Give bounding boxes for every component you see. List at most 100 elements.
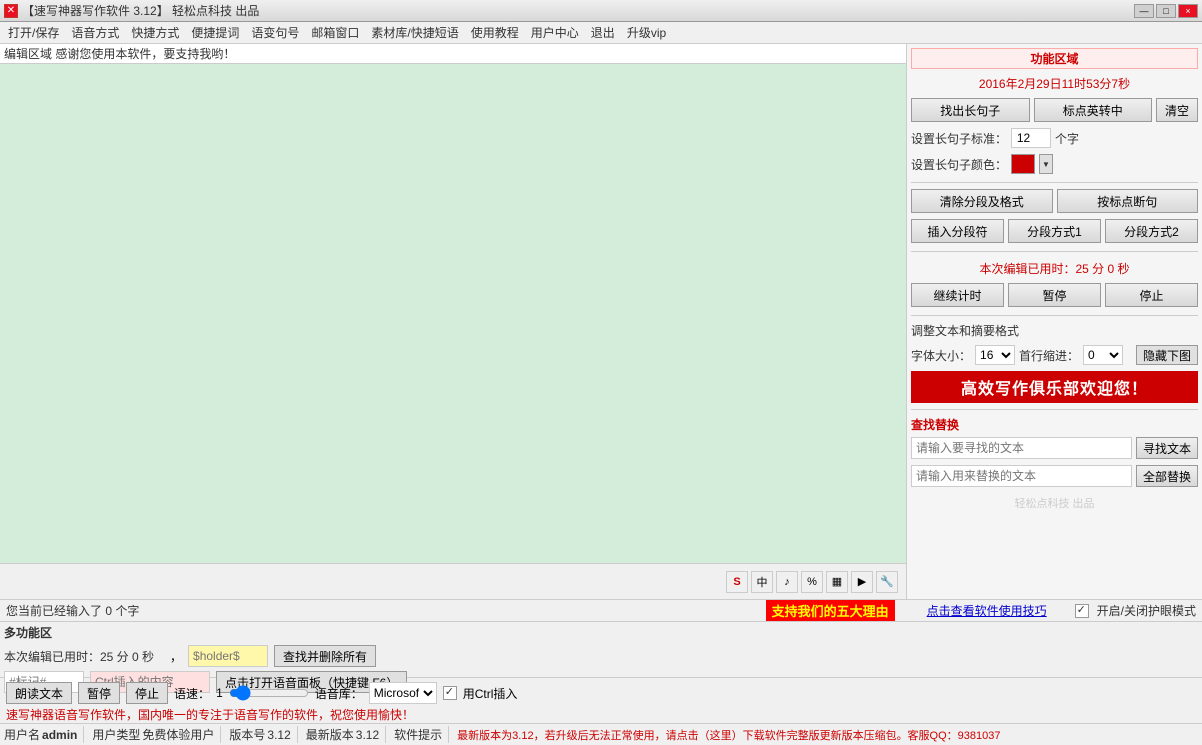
eye-mode-checkbox[interactable] — [1075, 604, 1089, 618]
menu-open-save[interactable]: 打开/保存 — [2, 22, 65, 43]
pause-timer-btn[interactable]: 暂停 — [1008, 283, 1101, 307]
multi-func-area: 多功能区 本次编辑已用时：25 分 0 秒 ， 查找并删除所有 点击打开语音面板… — [0, 621, 1202, 677]
mark-english-btn[interactable]: 标点英转中 — [1034, 98, 1153, 122]
lang-select[interactable]: Microsof — [369, 682, 437, 704]
editor-toolbar: S 中 ♪ % ▦ ▶ 🔧 — [0, 563, 906, 599]
username-item: 用户名 admin — [4, 726, 84, 743]
menu-prompt[interactable]: 便捷提词 — [185, 22, 245, 43]
warning-text: 速写神器语音写作软件，国内唯一的专注于语音写作的软件，祝您使用愉快！ — [6, 708, 414, 722]
paragraph-mode1-btn[interactable]: 分段方式1 — [1008, 219, 1101, 243]
color-dropdown-arrow[interactable]: ▼ — [1039, 154, 1053, 174]
main-area: 编辑区域 感谢您使用本软件，要支持我哟！ S 中 ♪ % ▦ ▶ 🔧 功能区域 … — [0, 44, 1202, 599]
menu-mailbox[interactable]: 邮箱窗口 — [305, 22, 365, 43]
window-title: 【速写神器写作软件 3.12】 轻松点科技 出品 — [22, 2, 259, 19]
find-delete-btn[interactable]: 查找并删除所有 — [274, 645, 376, 667]
username-label: 用户名 — [4, 726, 40, 743]
five-reasons[interactable]: 支持我们的五大理由 — [766, 600, 895, 621]
percent-icon[interactable]: % — [801, 571, 823, 593]
menu-lang-symbol[interactable]: 语变句号 — [245, 22, 305, 43]
play-icon[interactable]: ▶ — [851, 571, 873, 593]
find-input[interactable] — [911, 437, 1132, 459]
read-text-btn[interactable]: 朗读文本 — [6, 682, 72, 704]
latest-version-item: 最新版本 3.12 — [306, 726, 386, 743]
stop-read-btn[interactable]: 停止 — [126, 682, 168, 704]
software-tip: 软件提示 — [394, 726, 442, 743]
notice-text: 最新版本为3.12，若升级后无法正常使用，请点击（这里）下载软件完整版更新版本压… — [457, 727, 1198, 743]
window-close-btn[interactable]: ✕ — [4, 4, 18, 18]
editor-header-text: 编辑区域 感谢您使用本软件，要支持我哟！ — [4, 45, 235, 62]
top-btn-row: 找出长句子 标点英转中 清空 — [911, 98, 1198, 122]
grid-icon[interactable]: ▦ — [826, 571, 848, 593]
replace-all-btn[interactable]: 全部替换 — [1136, 465, 1198, 487]
menu-shortcut-mode[interactable]: 快捷方式 — [125, 22, 185, 43]
version-value: 3.12 — [267, 728, 290, 742]
replace-input[interactable] — [911, 465, 1132, 487]
menu-exit[interactable]: 退出 — [585, 22, 621, 43]
hide-img-btn[interactable]: 隐藏下图 — [1136, 345, 1198, 365]
music-icon[interactable]: ♪ — [776, 571, 798, 593]
latest-label: 最新版本 — [306, 726, 354, 743]
menu-material[interactable]: 素材库/快捷短语 — [365, 22, 464, 43]
extract-long-sentence-btn[interactable]: 找出长句子 — [911, 98, 1030, 122]
replace-row: 全部替换 — [911, 465, 1198, 487]
color-picker[interactable] — [1011, 154, 1035, 174]
datetime-text: 2016年2月29日11时53分7秒 — [911, 73, 1198, 94]
promo-banner: 高效写作俱乐部欢迎您！ — [911, 371, 1198, 403]
editor-header: 编辑区域 感谢您使用本软件，要支持我哟！ — [0, 44, 906, 64]
multi-func-title: 多功能区 — [4, 624, 52, 641]
menu-user-center[interactable]: 用户中心 — [525, 22, 585, 43]
mark-punctuation-btn[interactable]: 按标点断句 — [1057, 189, 1199, 213]
editor-textarea[interactable] — [0, 64, 906, 563]
find-text-btn[interactable]: 寻找文本 — [1136, 437, 1198, 459]
ctrl-insert-label: 用Ctrl插入 — [463, 685, 518, 702]
find-replace-title: 查找替换 — [911, 416, 1198, 433]
ctrl-insert-checkbox[interactable] — [443, 686, 457, 700]
speed-slider[interactable] — [229, 685, 309, 701]
version-label: 版本号 — [229, 726, 265, 743]
indent-label: 首行缩进： — [1019, 347, 1079, 364]
long-sentence-input[interactable] — [1011, 128, 1051, 148]
menu-upgrade-vip[interactable]: 升级vip — [621, 22, 672, 43]
software-tip-item: 软件提示 — [394, 726, 449, 743]
username-value: admin — [42, 728, 77, 742]
multi-func-timer: 本次编辑已用时：25 分 0 秒 — [4, 648, 164, 665]
insert-paragraph-btn[interactable]: 插入分段符 — [911, 219, 1004, 243]
timer-btn-row: 继续计时 暂停 停止 — [911, 283, 1198, 307]
clear-format-btn[interactable]: 清除分段及格式 — [911, 189, 1053, 213]
divider-1 — [911, 182, 1198, 183]
holder-input[interactable] — [188, 645, 268, 667]
menu-tutorial[interactable]: 使用教程 — [465, 22, 525, 43]
stop-timer-btn[interactable]: 停止 — [1105, 283, 1198, 307]
multi-func-row1: 本次编辑已用时：25 分 0 秒 ， 查找并删除所有 — [4, 643, 1198, 669]
sougou-icon[interactable]: S — [726, 571, 748, 593]
chinese-icon[interactable]: 中 — [751, 571, 773, 593]
section-row-1: 清除分段及格式 按标点断句 — [911, 189, 1198, 213]
adjust-title: 调整文本和摘要格式 — [911, 322, 1019, 339]
long-color-setting: 设置长句子颜色： ▼ — [911, 154, 1198, 174]
long-color-label: 设置长句子颜色： — [911, 156, 1007, 173]
long-sentence-label: 设置长句子标准： — [911, 130, 1007, 147]
read-controls-area: 朗读文本 暂停 停止 语速： 1 语音库： Microsof 用Ctrl插入 速… — [0, 677, 1202, 723]
wrench-icon[interactable]: 🔧 — [876, 571, 898, 593]
continue-timer-btn[interactable]: 继续计时 — [911, 283, 1004, 307]
right-panel: 功能区域 2016年2月29日11时53分7秒 找出长句子 标点英转中 清空 设… — [907, 44, 1202, 599]
maximize-btn[interactable]: □ — [1156, 4, 1176, 18]
find-row: 寻找文本 — [911, 437, 1198, 459]
tips-link[interactable]: 点击查看软件使用技巧 — [927, 602, 1047, 619]
minimize-btn[interactable]: — — [1134, 4, 1154, 18]
lang-label: 语音库： — [315, 685, 363, 702]
indent-select[interactable]: 0 2 — [1083, 345, 1123, 365]
divider-2 — [911, 251, 1198, 252]
user-type-label: 用户类型 — [92, 726, 140, 743]
menu-voice-mode[interactable]: 语音方式 — [65, 22, 125, 43]
pause-read-btn[interactable]: 暂停 — [78, 682, 120, 704]
paragraph-mode2-btn[interactable]: 分段方式2 — [1105, 219, 1198, 243]
long-sentence-unit: 个字 — [1055, 130, 1079, 147]
bottom-status-bar: 用户名 admin 用户类型 免费体验用户 版本号 3.12 最新版本 3.12… — [0, 723, 1202, 745]
user-type-value: 免费体验用户 — [142, 726, 214, 743]
font-size-select[interactable]: 16 14 18 — [975, 345, 1015, 365]
title-bar-left: ✕ 【速写神器写作软件 3.12】 轻松点科技 出品 — [4, 2, 259, 19]
clear-btn[interactable]: 清空 — [1156, 98, 1198, 122]
long-sentence-setting: 设置长句子标准： 个字 — [911, 128, 1198, 148]
close-btn[interactable]: × — [1178, 4, 1198, 18]
